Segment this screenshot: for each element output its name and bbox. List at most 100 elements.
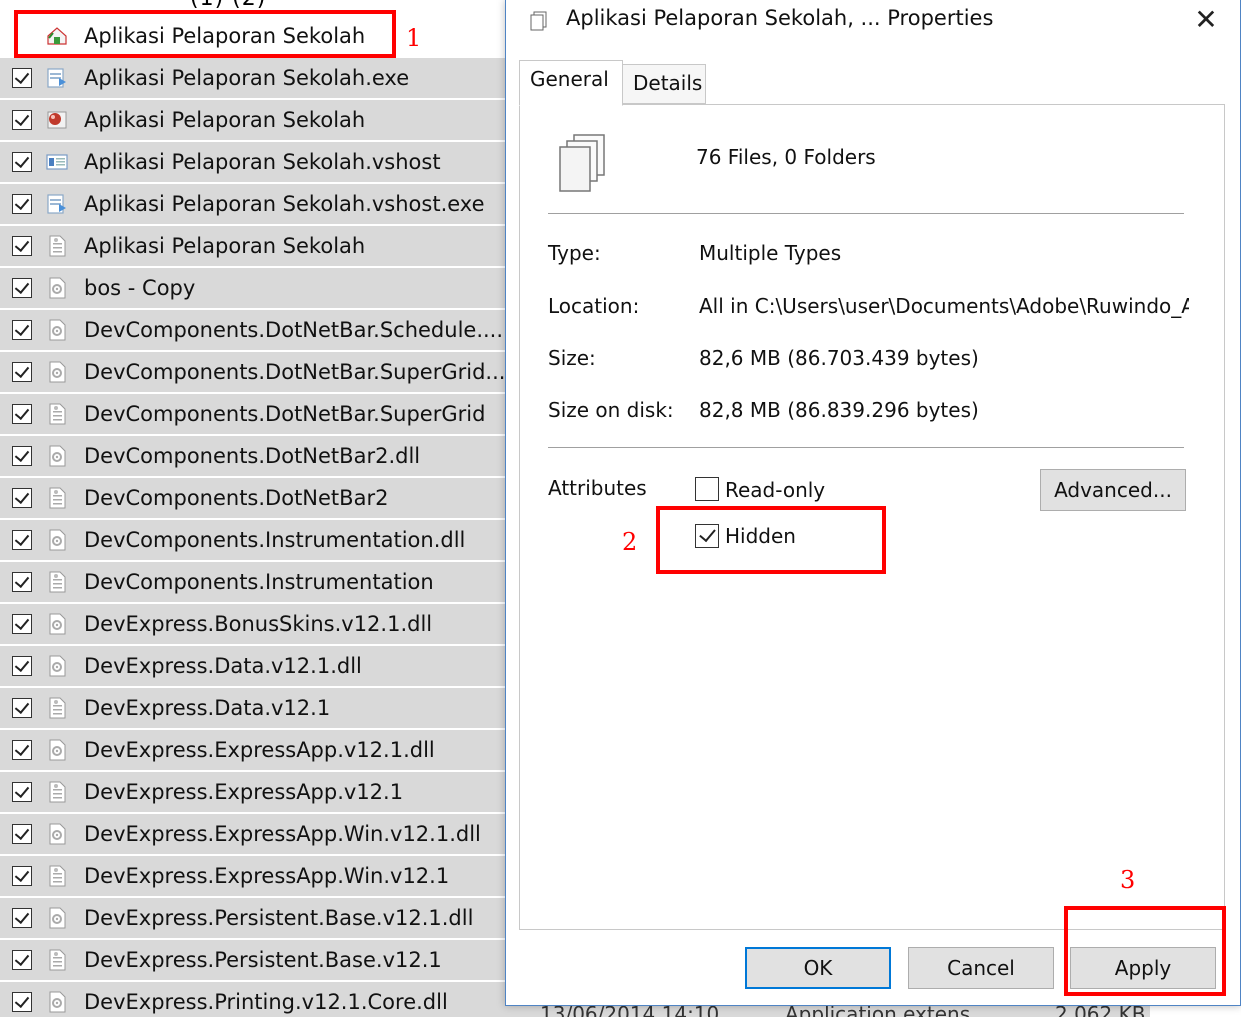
row-checkbox[interactable] [12, 866, 32, 886]
row-checkbox[interactable] [12, 824, 32, 844]
file-row[interactable]: DevComponents.DotNetBar.SuperGrid [0, 394, 510, 435]
file-name: Aplikasi Pelaporan Sekolah [84, 108, 366, 132]
exe-file-icon [45, 66, 69, 90]
tab-details[interactable]: Details [622, 64, 706, 104]
row-checkbox[interactable] [12, 236, 32, 256]
location-value: All in C:\Users\user\Documents\Adobe\Ruw… [699, 294, 1189, 318]
file-name: DevExpress.ExpressApp.Win.v12.1 [84, 864, 450, 888]
file-row[interactable]: DevExpress.Persistent.Base.v12.1 [0, 940, 510, 981]
file-row[interactable]: DevExpress.Data.v12.1.dll [0, 646, 510, 687]
file-row[interactable]: DevExpress.ExpressApp.v12.1 [0, 772, 510, 813]
file-name: DevExpress.Persistent.Base.v12.1 [84, 948, 442, 972]
file-row[interactable]: DevComponents.Instrumentation.dll [0, 520, 510, 561]
row-checkbox[interactable] [12, 908, 32, 928]
row-checkbox[interactable] [12, 446, 32, 466]
row-checkbox[interactable] [12, 950, 32, 970]
row-checkbox[interactable] [12, 740, 32, 760]
file-row[interactable]: DevComponents.DotNetBar.SuperGrid... [0, 352, 510, 393]
file-name: DevExpress.Persistent.Base.v12.1.dll [84, 906, 474, 930]
row-checkbox[interactable] [12, 320, 32, 340]
annotation-number-3: 3 [1120, 866, 1136, 894]
row-checkbox[interactable] [12, 362, 32, 382]
row-date: 13/06/2014 14:10 [540, 1006, 719, 1017]
dll-file-icon [45, 738, 69, 762]
file-row[interactable]: DevExpress.Data.v12.1 [0, 688, 510, 729]
read-only-label: Read-only [725, 478, 826, 502]
file-row[interactable]: Aplikasi Pelaporan Sekolah [0, 226, 510, 267]
exe-file-icon [45, 192, 69, 216]
close-button[interactable]: ✕ [1186, 2, 1226, 38]
size-label: Size: [548, 346, 596, 370]
file-row[interactable]: Aplikasi Pelaporan Sekolah.vshost.exe [0, 184, 510, 225]
file-name: DevExpress.Data.v12.1 [84, 696, 331, 720]
row-checkbox[interactable] [12, 530, 32, 550]
type-label: Type: [548, 241, 601, 265]
row-checkbox[interactable] [12, 68, 32, 88]
file-name: Aplikasi Pelaporan Sekolah.vshost [84, 150, 441, 174]
file-row[interactable]: Aplikasi Pelaporan Sekolah.exe [0, 58, 510, 99]
dll-file-icon [45, 360, 69, 384]
file-row[interactable]: DevExpress.Printing.v12.1.Core.dll [0, 982, 510, 1017]
annotation-box-2 [656, 506, 886, 574]
file-name: Aplikasi Pelaporan Sekolah.exe [84, 66, 410, 90]
file-name: DevComponents.Instrumentation.dll [84, 528, 466, 552]
dll-file-icon [45, 444, 69, 468]
column-header-cut-text: (1) (2) [190, 0, 266, 8]
annotation-number-2: 2 [622, 528, 638, 556]
dll-file-icon [45, 990, 69, 1014]
dll-file-icon [45, 822, 69, 846]
file-row[interactable]: DevComponents.DotNetBar2.dll [0, 436, 510, 477]
file-name: DevComponents.DotNetBar.Schedule.... [84, 318, 504, 342]
config-file-icon [45, 486, 69, 510]
read-only-checkbox[interactable] [695, 477, 719, 501]
row-checkbox[interactable] [12, 110, 32, 130]
row-checkbox[interactable] [12, 614, 32, 634]
dll-file-icon [45, 612, 69, 636]
file-name: DevExpress.Data.v12.1.dll [84, 654, 362, 678]
row-checkbox[interactable] [12, 656, 32, 676]
file-row[interactable]: DevExpress.ExpressApp.Win.v12.1 [0, 856, 510, 897]
row-checkbox[interactable] [12, 278, 32, 298]
file-name: DevExpress.BonusSkins.v12.1.dll [84, 612, 433, 636]
row-checkbox[interactable] [12, 152, 32, 172]
annotation-box-3 [1064, 906, 1226, 996]
tab-general[interactable]: General [519, 60, 623, 106]
advanced-button[interactable]: Advanced... [1040, 469, 1186, 511]
file-row[interactable]: DevExpress.Persistent.Base.v12.1.dll [0, 898, 510, 939]
ok-button[interactable]: OK [745, 947, 891, 989]
file-row[interactable]: Aplikasi Pelaporan Sekolah [0, 100, 510, 141]
file-row[interactable]: DevExpress.BonusSkins.v12.1.dll [0, 604, 510, 645]
file-row[interactable]: DevExpress.ExpressApp.v12.1.dll [0, 730, 510, 771]
annotation-number-1: 1 [406, 24, 422, 52]
row-checkbox[interactable] [12, 572, 32, 592]
file-name: DevExpress.Printing.v12.1.Core.dll [84, 990, 448, 1014]
type-value: Multiple Types [699, 241, 842, 265]
config-file-icon [45, 234, 69, 258]
file-name: DevComponents.DotNetBar.SuperGrid [84, 402, 486, 426]
file-name: DevComponents.Instrumentation [84, 570, 434, 594]
file-row[interactable]: DevComponents.DotNetBar2 [0, 478, 510, 519]
dll-file-icon [45, 654, 69, 678]
row-checkbox[interactable] [12, 404, 32, 424]
hidden-row-details: 13/06/2014 14:10 Application extens... 2… [510, 1006, 1150, 1017]
file-row[interactable]: bos - Copy [0, 268, 510, 309]
project-file-icon [45, 108, 69, 132]
row-checkbox[interactable] [12, 488, 32, 508]
row-checkbox[interactable] [12, 194, 32, 214]
row-checkbox[interactable] [12, 698, 32, 718]
selection-summary: 76 Files, 0 Folders [696, 145, 876, 169]
file-row[interactable]: DevExpress.ExpressApp.Win.v12.1.dll [0, 814, 510, 855]
row-checkbox[interactable] [12, 782, 32, 802]
file-row[interactable]: DevComponents.DotNetBar.Schedule.... [0, 310, 510, 351]
attributes-label: Attributes [548, 476, 647, 500]
file-row[interactable]: DevComponents.Instrumentation [0, 562, 510, 603]
file-name: DevComponents.DotNetBar2 [84, 486, 389, 510]
file-name: DevExpress.ExpressApp.v12.1 [84, 780, 404, 804]
config-file-icon [45, 780, 69, 804]
file-row[interactable]: Aplikasi Pelaporan Sekolah.vshost [0, 142, 510, 183]
file-name: DevComponents.DotNetBar2.dll [84, 444, 421, 468]
dll-file-icon [45, 906, 69, 930]
row-checkbox[interactable] [12, 992, 32, 1012]
file-name: DevComponents.DotNetBar.SuperGrid... [84, 360, 506, 384]
cancel-button[interactable]: Cancel [908, 947, 1054, 989]
